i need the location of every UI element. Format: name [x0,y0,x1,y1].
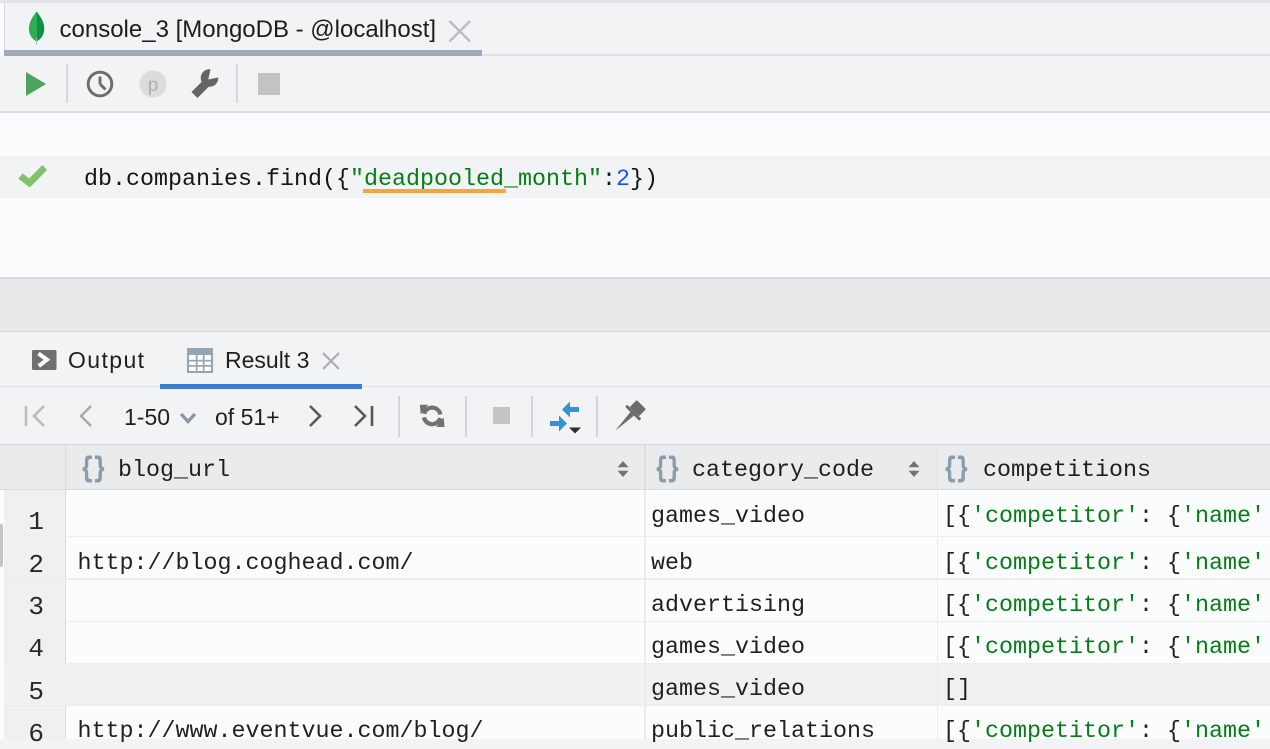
svg-text:p: p [148,75,159,96]
